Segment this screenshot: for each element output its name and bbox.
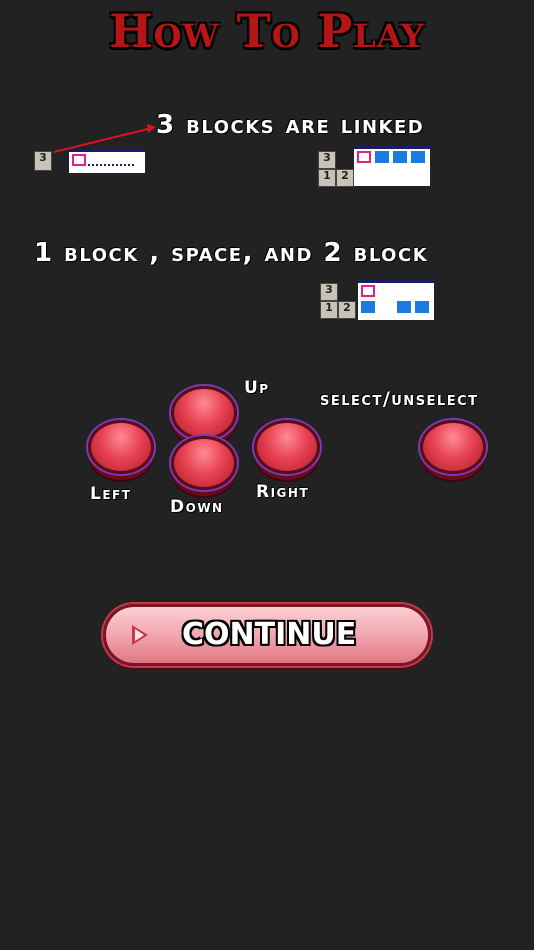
filled-cell — [411, 151, 425, 163]
up-label: Up — [244, 378, 270, 398]
filled-cell — [375, 151, 389, 163]
clue-tile-1: 1 — [318, 169, 336, 187]
up-button[interactable] — [171, 386, 237, 440]
row-strip-empty — [69, 149, 145, 173]
filled-cell — [361, 301, 375, 313]
play-arrow-icon — [132, 625, 148, 645]
down-button[interactable] — [171, 436, 237, 490]
empty-cell — [88, 154, 102, 166]
empty-cell — [411, 167, 425, 179]
grid-filled-linked — [354, 146, 430, 186]
filled-cell — [393, 151, 407, 163]
clue-tile-2: 2 — [338, 301, 356, 319]
selected-cell — [72, 154, 86, 166]
empty-cell — [397, 285, 411, 297]
grid-filled-spaced — [358, 280, 434, 320]
linked-blocks-caption: 3 blocks are linked — [156, 110, 425, 140]
empty-cell — [393, 167, 407, 179]
empty-cell — [415, 285, 429, 297]
empty-cell — [120, 154, 134, 166]
left-label: Left — [90, 484, 132, 504]
right-label: Right — [256, 482, 310, 502]
filled-cell — [397, 301, 411, 313]
empty-cell — [379, 285, 393, 297]
select-button[interactable] — [420, 420, 486, 474]
down-label: Down — [170, 497, 224, 517]
selected-cell — [357, 151, 371, 163]
empty-cell — [375, 167, 389, 179]
clue-tile-1: 1 — [320, 301, 338, 319]
right-button[interactable] — [254, 420, 320, 474]
clue-tile-2: 2 — [336, 169, 354, 187]
spaced-blocks-caption: 1 block , space, and 2 block — [34, 238, 429, 268]
clue-tile-3: 3 — [320, 283, 338, 301]
selected-cell — [361, 285, 375, 297]
page-title: How To Play — [109, 4, 425, 58]
continue-button[interactable]: CONTINUE — [103, 604, 431, 666]
continue-label: CONTINUE — [182, 617, 357, 652]
empty-cell — [379, 301, 393, 313]
filled-cell — [415, 301, 429, 313]
select-label: select/unselect — [320, 388, 479, 410]
clue-tile-3: 3 — [318, 151, 336, 169]
clue-tile-3: 3 — [34, 151, 52, 171]
left-button[interactable] — [88, 420, 154, 474]
empty-cell — [357, 167, 371, 179]
empty-cell — [104, 154, 118, 166]
